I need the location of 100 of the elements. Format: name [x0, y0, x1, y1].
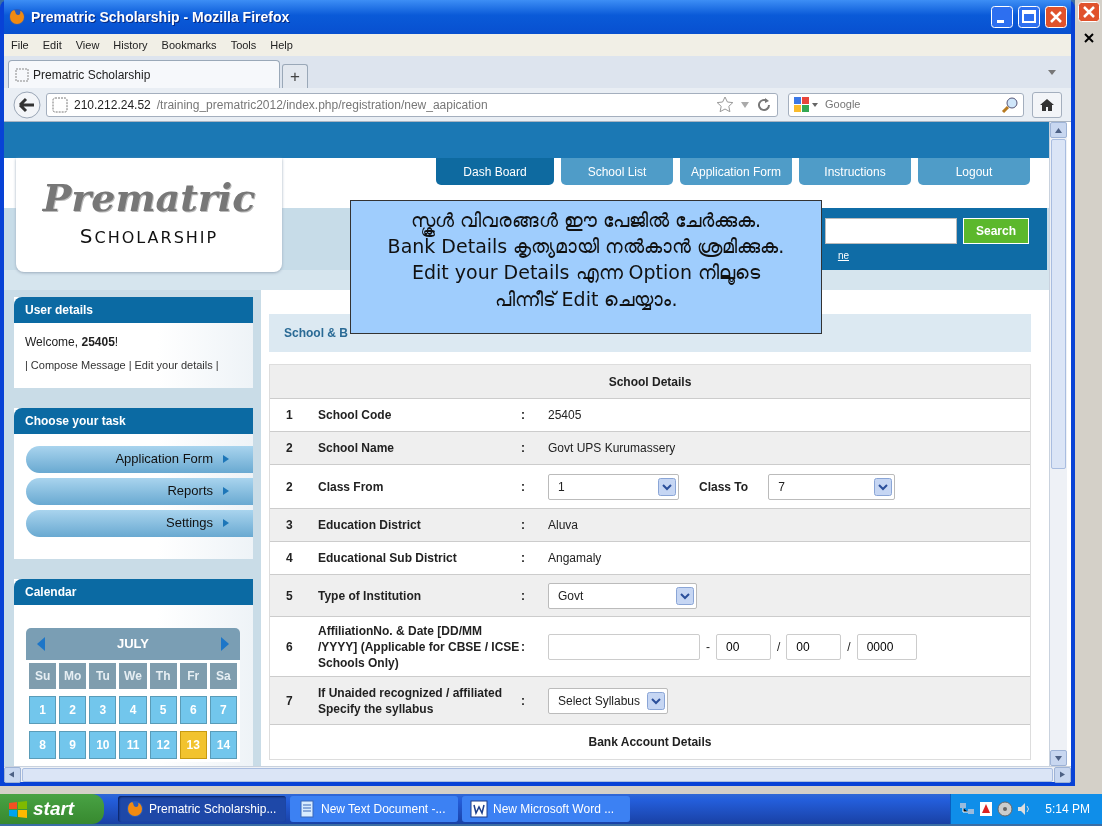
star-icon[interactable]	[716, 95, 734, 114]
class-to-select[interactable]: 7	[768, 473, 896, 500]
dropdown-icon[interactable]	[740, 100, 750, 109]
document-icon	[470, 800, 488, 818]
date-field[interactable]: 00	[716, 633, 771, 660]
dropdown-select[interactable]: Govt	[548, 582, 697, 609]
field-value: Aluva	[548, 517, 579, 534]
field-label: AffiliationNo. & Date [DD/MM /YYYY] (Applicable for CBSE / ICSE Schools Only)	[318, 622, 521, 671]
left-arrow-icon	[8, 771, 17, 778]
task-menu-item[interactable]: Settings	[26, 509, 253, 537]
field-label: School Name	[318, 440, 396, 456]
task-menu-item[interactable]: Application Form	[26, 445, 253, 473]
firefox-icon	[126, 800, 144, 818]
table-title: School Details	[270, 365, 1030, 399]
nav-tab[interactable]: Dash Board	[436, 158, 554, 185]
affiliation-number-field[interactable]	[548, 633, 700, 660]
separator-text: |	[215, 358, 219, 373]
row-number: 3	[285, 517, 294, 534]
menu-item[interactable]: History	[106, 36, 155, 54]
logo-subtitle: SCHOLARSHIP	[79, 223, 219, 250]
menu-item[interactable]: Help	[263, 36, 300, 54]
tab-list-icon[interactable]	[1047, 68, 1057, 76]
colon-text: :	[521, 692, 526, 710]
menu-item[interactable]: Bookmarks	[154, 36, 224, 54]
search-box[interactable]: Google	[788, 92, 1024, 117]
colon-text: :	[521, 440, 526, 457]
logo-title: Prematric	[42, 179, 256, 217]
field-label: If Unaided recognized / affiliated Specify the syllabus	[318, 684, 504, 717]
speaker-icon[interactable]	[1016, 801, 1032, 817]
vertical-scrollbar[interactable]	[1049, 122, 1067, 766]
field-value: Govt UPS Kurumassery	[548, 440, 676, 457]
up-arrow-icon	[1054, 126, 1063, 134]
search-engine-icon[interactable]	[793, 95, 819, 114]
field-label: Education District	[318, 517, 422, 533]
weekday-label: Th	[149, 662, 177, 689]
field-value: 25405	[548, 407, 582, 424]
url-host: 210.212.24.52	[74, 96, 151, 114]
page-icon	[15, 67, 29, 82]
welcome-text: Welcome, 25405!	[25, 334, 120, 351]
month-label: JULY	[116, 634, 149, 653]
menu-item[interactable]: Tools	[223, 36, 264, 54]
nav-tab[interactable]: Application Form	[680, 158, 792, 185]
separator-text: -	[706, 638, 710, 656]
right-triangle-icon	[223, 487, 229, 495]
dropdown-select[interactable]: Select Syllabus	[548, 687, 668, 714]
firefox-icon	[8, 8, 26, 26]
separator-text: |	[25, 358, 28, 373]
colon-text: :	[521, 587, 526, 605]
link[interactable]: Edit your details	[134, 357, 213, 374]
disk-icon[interactable]	[997, 801, 1013, 817]
separator-text: /	[777, 638, 781, 656]
start-button[interactable]: start	[0, 794, 104, 824]
home-button[interactable]	[1032, 91, 1062, 118]
close-icon[interactable]	[1082, 32, 1095, 44]
weekday-label: Fr	[179, 662, 207, 689]
horizontal-scrollbar[interactable]	[4, 766, 1071, 782]
notice-callout: സ്കൂൾ വിവരങ്ങൾ ഈ പേജിൽ ചേർക്കുക. Bank Details കൃത്യമായി നൽകാൻ ശ്രമിക്കുക. Edit your Details എന്ന Option നിലൂടെ പിന്നീട് Edit ചെയ്യാം.	[350, 200, 822, 334]
nav-tab[interactable]: Logout	[918, 158, 1030, 185]
taskbar-button[interactable]: New Microsoft Word ...	[462, 796, 630, 822]
close-button[interactable]	[1045, 6, 1067, 28]
nav-tab[interactable]: School List	[561, 158, 673, 185]
row-number: 4	[285, 550, 294, 567]
search-icon[interactable]	[1001, 95, 1019, 114]
row-number: 1	[285, 407, 294, 424]
date-field[interactable]: 0000	[856, 633, 917, 660]
menu-item[interactable]: Edit	[35, 36, 69, 54]
field-label: School Code	[318, 407, 393, 423]
class-from-select[interactable]: 1	[548, 473, 679, 500]
right-triangle-icon	[223, 455, 229, 463]
site-identity-icon	[52, 96, 68, 113]
pdf-icon[interactable]	[978, 801, 994, 817]
menu-item[interactable]: View	[68, 36, 107, 54]
back-button[interactable]	[12, 89, 42, 120]
link[interactable]: ne	[837, 248, 849, 263]
down-arrow-icon	[1054, 754, 1063, 762]
search-field[interactable]	[825, 218, 957, 244]
address-bar[interactable]: 210.212.24.52 /training_prematric2012/index.php/registration/new_aapication	[46, 92, 778, 117]
home-icon	[1039, 97, 1055, 112]
table-title: Bank Account Details	[588, 734, 712, 751]
row-number: 5	[285, 587, 294, 605]
new-tab-button[interactable]: +	[282, 64, 308, 88]
weekday-label: Mo	[59, 662, 87, 689]
right-triangle-icon	[223, 519, 229, 527]
link[interactable]: Compose Message	[30, 357, 126, 374]
browser-tab[interactable]: Prematric Scholarship	[8, 60, 280, 88]
card-title: Calendar	[14, 578, 253, 605]
colon-text: :	[521, 478, 526, 496]
weekday-label: Sa	[209, 662, 237, 689]
task-menu-item[interactable]: Reports	[26, 477, 253, 505]
taskbar-button[interactable]: Prematric Scholarship...	[118, 796, 286, 822]
reload-icon[interactable]	[756, 96, 772, 113]
taskbar-button[interactable]: New Text Document -...	[290, 796, 458, 822]
network-icon[interactable]	[959, 801, 975, 817]
date-field[interactable]: 00	[786, 633, 842, 660]
menu-item[interactable]: File	[4, 36, 36, 54]
close-button[interactable]	[1077, 2, 1100, 22]
colon-text: :	[521, 638, 526, 656]
maximize-button[interactable]	[1018, 6, 1040, 28]
nav-tab[interactable]: Instructions	[799, 158, 911, 185]
minimize-button[interactable]	[991, 6, 1013, 28]
